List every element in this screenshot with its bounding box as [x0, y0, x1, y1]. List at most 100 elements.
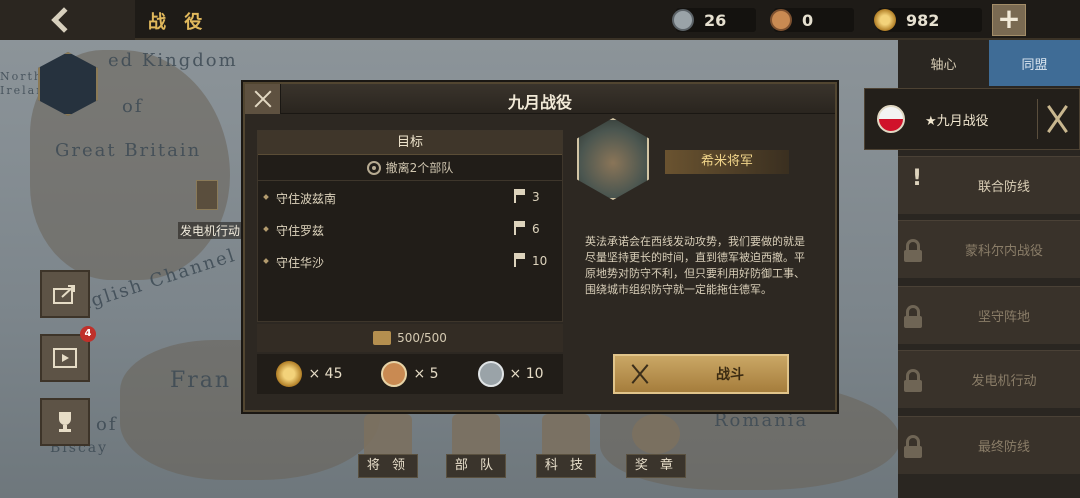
reward-amount: × 5	[413, 366, 439, 382]
fight-button-label: 战斗	[716, 367, 744, 383]
selected-campaign-label: ★九月战役	[925, 113, 989, 129]
flag-icon	[514, 189, 526, 203]
bullet-icon	[263, 258, 269, 264]
resource-silver: 26	[672, 8, 756, 32]
campaign-item-label: 坚守阵地	[977, 310, 1030, 325]
map-label-of-2: of	[96, 414, 118, 435]
crossed-swords-icon	[1037, 99, 1075, 139]
objective-summary-text: 撤离2个部队	[385, 161, 454, 175]
notification-badge: 4	[80, 326, 96, 342]
chevron-left-icon	[51, 7, 77, 33]
bullet-icon	[263, 194, 269, 200]
share-button[interactable]	[40, 270, 90, 318]
tab-allies[interactable]: 同盟	[989, 40, 1080, 86]
fight-button[interactable]: 战斗	[613, 354, 789, 394]
nav-medals-button[interactable]: 奖 章	[626, 414, 686, 478]
nav-tech-label: 科 技	[536, 454, 596, 478]
reward-bronze: × 5	[381, 361, 439, 387]
reward-total: 500/500	[257, 324, 563, 352]
top-bar: 战 役 26 0 982 +	[0, 0, 1080, 40]
reward-silver: × 10	[477, 361, 544, 387]
lock-icon	[904, 368, 922, 392]
objectives-header: 目标	[258, 131, 562, 155]
campaign-item-montcornet[interactable]: 蒙科尔内战役	[898, 220, 1080, 278]
resource-gold: 982	[874, 8, 982, 32]
nav-medals-label: 奖 章	[626, 454, 686, 478]
general-name: 希米将军	[665, 150, 789, 174]
objective-row: 守住罗兹 6	[258, 213, 562, 245]
campaign-item-label: 发电机行动	[971, 374, 1037, 389]
supply-box-icon	[373, 331, 392, 345]
campaign-item-selected[interactable]: ★九月战役	[864, 88, 1080, 150]
lock-icon	[904, 238, 922, 262]
trophy-icon	[59, 412, 71, 432]
video-button[interactable]	[40, 334, 90, 382]
campaign-description: 英法承诺会在西线发动攻势，我们要做的就是尽量坚持更长的时间，直到德军被迫西撤。平…	[585, 235, 805, 296]
map-mission-label: 发电机行动	[178, 222, 243, 239]
map-label-romania: Romania	[714, 410, 809, 431]
faction-tabs: 轴心 同盟	[898, 40, 1080, 86]
map-label-north: North	[0, 70, 44, 83]
lock-icon	[904, 304, 922, 328]
map-label-of: of	[122, 96, 144, 117]
objective-name: 守住波兹南	[276, 192, 337, 206]
general-cap-icon	[364, 414, 412, 454]
gold-star-medal-icon	[276, 361, 303, 387]
reward-total-value: 500/500	[397, 331, 447, 345]
poland-flag-icon	[877, 105, 905, 133]
map-label-france: Fran	[170, 368, 232, 393]
nav-units-label: 部 队	[446, 454, 506, 478]
objectives-box: 目标 撤离2个部队 守住波兹南 3 守住罗兹 6 守住华沙 10	[257, 130, 563, 322]
resource-silver-value: 26	[704, 10, 727, 30]
units-shield-icon	[452, 414, 500, 454]
lock-icon	[904, 434, 922, 458]
page-title: 战 役	[148, 12, 209, 33]
nav-units-button[interactable]: 部 队	[446, 414, 506, 478]
bronze-medal-icon	[381, 361, 408, 387]
silver-medal-icon	[477, 361, 504, 387]
campaign-item-label: 蒙科尔内战役	[964, 244, 1043, 259]
nav-generals-button[interactable]: 将 领	[358, 414, 418, 478]
gear-wrench-icon	[542, 414, 590, 454]
flag-icon	[514, 253, 526, 267]
objective-count: 6	[532, 222, 540, 236]
campaign-item-dynamo[interactable]: 发电机行动	[898, 350, 1080, 408]
dialog-header: 九月战役	[245, 84, 835, 114]
campaign-item-label: 联合防线	[977, 180, 1030, 195]
locked-mission-marker[interactable]	[196, 180, 218, 210]
achievements-button[interactable]	[40, 398, 90, 446]
campaign-item-label: 最终防线	[977, 440, 1030, 455]
resource-bronze-value: 0	[802, 10, 814, 30]
film-icon	[53, 348, 77, 368]
campaign-item-final-line[interactable]: 最终防线	[898, 416, 1080, 474]
reward-amount: × 45	[308, 366, 343, 382]
objective-row: 守住华沙 10	[258, 245, 562, 277]
flag-icon	[514, 221, 526, 235]
rewards-row: × 45 × 5 × 10	[257, 354, 563, 394]
target-icon	[366, 160, 381, 175]
objective-name: 守住华沙	[276, 256, 325, 270]
back-button[interactable]	[0, 0, 135, 40]
general-portrait	[577, 118, 649, 200]
gold-star-medal-icon	[874, 9, 896, 31]
resource-bronze: 0	[770, 8, 854, 32]
map-label-great-britain: Great Britain	[55, 140, 202, 161]
map-label-kingdom: ed Kingdom	[108, 50, 238, 71]
nav-tech-button[interactable]: 科 技	[536, 414, 596, 478]
bullet-icon	[263, 226, 269, 232]
campaign-item-hold-position[interactable]: 坚守阵地	[898, 286, 1080, 344]
objective-count: 10	[532, 254, 548, 268]
silver-medal-icon	[672, 9, 694, 31]
objective-summary: 撤离2个部队	[258, 155, 562, 181]
campaign-dialog: 九月战役 目标 撤离2个部队 守住波兹南 3 守住罗兹 6 守住华沙 10 50…	[243, 82, 837, 412]
dialog-title: 九月战役	[507, 93, 572, 112]
reward-amount: × 10	[509, 366, 544, 382]
add-currency-button[interactable]: +	[992, 4, 1026, 36]
crossed-swords-icon	[615, 356, 655, 392]
tab-axis[interactable]: 轴心	[898, 40, 989, 86]
objective-name: 守住罗兹	[276, 224, 325, 238]
bronze-medal-icon	[770, 9, 792, 31]
nav-generals-label: 将 领	[358, 454, 418, 478]
objective-count: 3	[532, 190, 540, 204]
resource-gold-value: 982	[906, 10, 940, 30]
